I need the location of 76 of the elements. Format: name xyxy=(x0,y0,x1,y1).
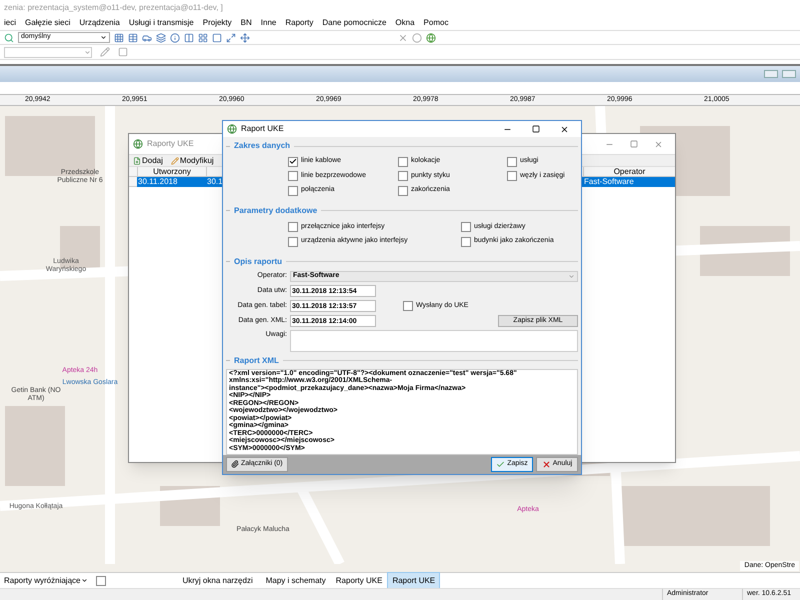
restore-button[interactable] xyxy=(782,70,796,78)
section-title: Opis raportu xyxy=(234,256,282,268)
section-title: Parametry dodatkowe xyxy=(234,204,318,217)
cross-icon xyxy=(542,460,551,469)
menu-item[interactable]: Dane pomocnicze xyxy=(322,17,386,29)
checkbox[interactable] xyxy=(398,186,408,196)
window-tab[interactable]: Raporty UKE xyxy=(330,572,388,590)
menu-item[interactable]: Urządzenia xyxy=(79,17,120,29)
table-cell[interactable]: Fast-Software xyxy=(583,177,675,187)
circle-icon[interactable] xyxy=(412,32,422,42)
caret-icon xyxy=(568,272,575,280)
checkbox[interactable] xyxy=(288,236,298,247)
pencil-icon[interactable] xyxy=(100,47,110,57)
caret-icon xyxy=(84,48,91,56)
checkbox[interactable] xyxy=(461,236,471,247)
toolbar-button[interactable]: Dodaj xyxy=(133,154,163,166)
column-header[interactable]: Operator xyxy=(583,167,675,177)
checkbox[interactable] xyxy=(398,171,408,182)
highlight-reports-dropdown[interactable]: Raporty wyróżniające xyxy=(4,574,88,586)
row-marker-cell[interactable] xyxy=(129,177,137,187)
layout-icon[interactable] xyxy=(198,32,208,42)
menu-item[interactable]: Okna xyxy=(395,17,415,29)
toolbar-button[interactable]: Modyfikuj xyxy=(170,154,214,166)
maximize-icon[interactable] xyxy=(532,125,540,134)
notes-field[interactable] xyxy=(290,330,578,352)
menu-item[interactable]: BN xyxy=(240,17,252,29)
close-icon[interactable] xyxy=(560,124,569,134)
move-icon[interactable] xyxy=(240,32,250,42)
app-icon xyxy=(133,139,143,149)
layers-icon[interactable] xyxy=(156,32,166,42)
checkbox[interactable] xyxy=(96,576,106,586)
menu-item[interactable]: Usługi i transmisje xyxy=(128,17,194,29)
menu-item[interactable]: Inne xyxy=(260,17,276,29)
menu-item[interactable]: Gałęzie sieci xyxy=(25,17,70,29)
grid-icon[interactable] xyxy=(114,32,124,42)
columns-icon[interactable] xyxy=(184,32,194,42)
table-cell[interactable]: 30.11.2018 xyxy=(137,177,206,187)
delete-icon[interactable] xyxy=(398,32,408,42)
section-title: Zakres danych xyxy=(234,140,290,152)
window-tab[interactable]: Mapy i schematy xyxy=(260,572,331,590)
search-icon[interactable] xyxy=(4,32,14,42)
expand-icon[interactable] xyxy=(226,32,236,42)
window-title: zenia: prezentacja_system@o11-dev, prezentacja@o11-dev, ] xyxy=(4,2,223,14)
menu-item[interactable]: Raporty xyxy=(285,17,314,29)
checkbox[interactable] xyxy=(507,156,517,167)
column-header[interactable]: Utworzony xyxy=(137,167,206,177)
check-icon xyxy=(496,460,506,469)
checkbox[interactable] xyxy=(288,156,298,167)
caret-icon xyxy=(81,577,88,584)
checkbox[interactable] xyxy=(288,171,298,182)
minimize-button[interactable] xyxy=(764,70,778,78)
checkbox[interactable] xyxy=(461,222,471,232)
add-file-icon xyxy=(133,156,141,164)
checkbox[interactable] xyxy=(403,300,413,311)
xml-text-area[interactable] xyxy=(226,368,578,455)
menu-item[interactable]: ieci xyxy=(4,17,16,29)
car-icon[interactable] xyxy=(142,32,152,42)
menu-item[interactable]: Projekty xyxy=(202,17,232,29)
dialog-title: Raport UKE xyxy=(241,123,284,136)
window-title: Raporty UKE xyxy=(147,138,194,150)
menu-item[interactable]: Pomoc xyxy=(424,17,448,29)
square-icon[interactable] xyxy=(118,47,128,57)
info-icon[interactable] xyxy=(170,32,180,42)
section-title: Raport XML xyxy=(234,354,279,367)
square-icon[interactable] xyxy=(212,32,222,42)
checkbox[interactable] xyxy=(288,222,298,232)
globe-icon[interactable] xyxy=(426,32,436,42)
pencil-icon xyxy=(170,156,179,164)
paperclip-icon xyxy=(231,460,239,468)
checkbox[interactable] xyxy=(507,171,517,182)
caret-icon xyxy=(100,34,107,41)
app-icon xyxy=(227,124,237,134)
checkbox[interactable] xyxy=(288,186,298,196)
checkbox[interactable] xyxy=(398,156,408,167)
hide-tools-button[interactable]: Ukryj okna narzędzi xyxy=(182,574,253,586)
table-icon[interactable] xyxy=(128,32,138,42)
